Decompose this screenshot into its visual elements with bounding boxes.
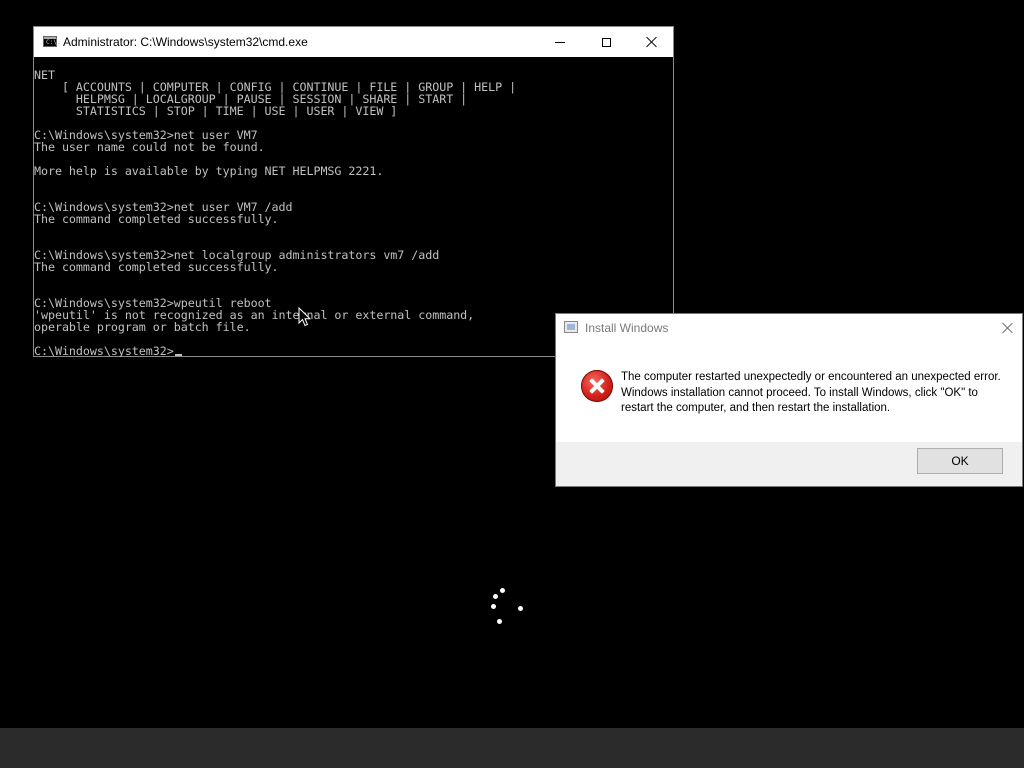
console-icon[interactable]: C:\.: [43, 36, 60, 47]
minimize-icon: [555, 41, 565, 43]
error-icon: [581, 370, 613, 402]
spinner-dot: [497, 619, 502, 624]
dialog-footer: OK: [556, 442, 1022, 486]
dialog-titlebar[interactable]: Install Windows: [556, 314, 1022, 342]
close-button[interactable]: [629, 27, 675, 57]
install-windows-dialog[interactable]: Install Windows The computer restarted u…: [555, 313, 1023, 487]
console-line: STATISTICS | STOP | TIME | USE | USER | …: [34, 104, 398, 118]
spinner-dot: [493, 594, 498, 599]
console-line: The user name could not be found.: [34, 140, 265, 154]
minimize-button[interactable]: [537, 27, 583, 57]
spinner-dot: [491, 604, 496, 609]
maximize-button[interactable]: [583, 27, 629, 57]
ok-button[interactable]: OK: [917, 448, 1003, 474]
console-line: More help is available by typing NET HEL…: [34, 164, 384, 178]
close-icon: [646, 36, 658, 48]
text-cursor: [174, 354, 182, 356]
taskbar-strip: [0, 728, 1024, 768]
mouse-pointer-icon: [298, 307, 312, 327]
console-line: The command completed successfully.: [34, 260, 279, 274]
spinner-dot: [500, 588, 505, 593]
dialog-message: The computer restarted unexpectedly or e…: [621, 371, 1001, 414]
maximize-icon: [601, 37, 611, 47]
loading-spinner-icon: [480, 580, 540, 640]
cmd-window[interactable]: C:\. Administrator: C:\Windows\system32\…: [33, 26, 674, 357]
cmd-window-title: Administrator: C:\Windows\system32\cmd.e…: [63, 35, 308, 49]
spinner-dot: [518, 606, 523, 611]
setup-window-icon: [564, 321, 578, 333]
dialog-close-button[interactable]: [996, 318, 1018, 338]
console-line: The command completed successfully.: [34, 212, 279, 226]
cmd-titlebar[interactable]: C:\. Administrator: C:\Windows\system32\…: [34, 27, 673, 57]
dialog-title: Install Windows: [585, 321, 669, 335]
